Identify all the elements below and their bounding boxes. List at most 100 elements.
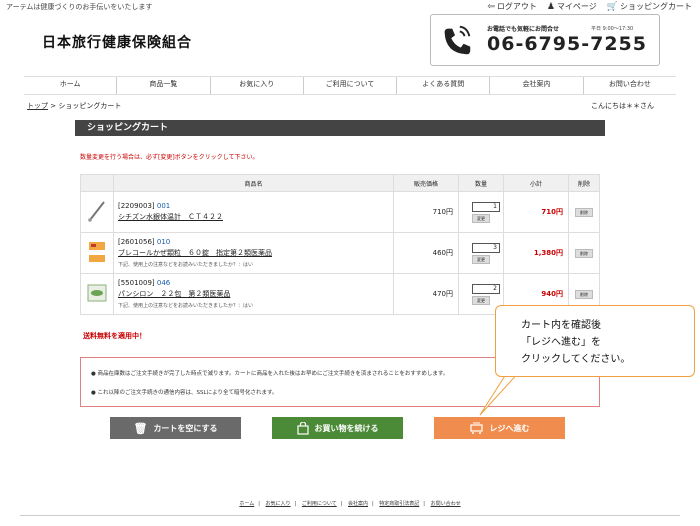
nav-home[interactable]: ホーム bbox=[24, 77, 116, 94]
product-cell: [2209003] 001 シチズン水銀体温計 ＣＴ４２２ bbox=[113, 191, 394, 233]
product-sub-code[interactable]: 001 bbox=[157, 202, 170, 210]
phone-icon bbox=[444, 25, 471, 55]
breadcrumb: トップ > ショッピングカート bbox=[27, 101, 121, 111]
product-price: 460円 bbox=[393, 232, 459, 274]
qty-cell: 3 変更 bbox=[458, 232, 504, 274]
col-delete: 削除 bbox=[568, 174, 600, 192]
change-button[interactable]: 変更 bbox=[472, 254, 490, 264]
footer-favorites[interactable]: お気に入り bbox=[266, 501, 291, 507]
free-shipping-notice: 送料無料を適用中！ bbox=[83, 332, 146, 340]
quantity-input[interactable]: 3 bbox=[472, 242, 500, 253]
col-price: 販売価格 bbox=[393, 174, 459, 192]
cart-link[interactable]: 🛒 ショッピングカート bbox=[607, 1, 692, 12]
product-sub-code[interactable]: 010 bbox=[157, 238, 170, 246]
product-cell: [5501009] 046 パンシロン ２２包 第２類医薬品 下記、使用上の注意… bbox=[113, 273, 394, 315]
top-links: ⇦ ログアウト ♟ マイページ 🛒 ショッピングカート bbox=[487, 1, 692, 12]
product-code: [2209003] bbox=[118, 202, 155, 210]
thermometer-icon bbox=[88, 201, 105, 222]
quantity-input[interactable]: 2 bbox=[472, 283, 500, 294]
subtotal: 1,380円 bbox=[503, 232, 569, 274]
callout-line-3: クリックしてください。 bbox=[521, 354, 631, 365]
nav-faq[interactable]: よくある質問 bbox=[396, 77, 489, 94]
site-logo[interactable]: 日本旅行健康保険組合 bbox=[42, 32, 192, 52]
medicine-box-icon bbox=[89, 242, 105, 262]
product-image[interactable] bbox=[80, 273, 114, 315]
checkout-button[interactable]: レジへ進む bbox=[434, 417, 565, 439]
cart-header: 商品名 販売価格 数量 小計 削除 bbox=[80, 174, 600, 192]
product-code: [2601056] bbox=[118, 238, 155, 246]
nav-contact[interactable]: お問い合わせ bbox=[582, 77, 676, 94]
footer-company[interactable]: 会社案内 bbox=[348, 501, 368, 507]
quantity-notice: 数量変更を行う場合は、必ず[変更]ボタンをクリックして下さい。 bbox=[80, 154, 259, 161]
qty-cell: 1 変更 bbox=[458, 191, 504, 233]
product-name-link[interactable]: ブレコールかぜ顆粒 ６０錠 指定第２類医薬品 bbox=[118, 248, 392, 258]
nav-usage[interactable]: ご利用について bbox=[302, 77, 396, 94]
product-note: 下記、使用上の注意などをお読みいただきましたか？：はい bbox=[118, 303, 254, 309]
product-cell: [2601056] 010 ブレコールかぜ顆粒 ６０錠 指定第２類医薬品 下記、… bbox=[113, 232, 394, 274]
change-button[interactable]: 変更 bbox=[472, 295, 490, 305]
product-price: 470円 bbox=[393, 273, 459, 315]
delete-button[interactable]: 削除 bbox=[575, 289, 593, 299]
contact-box: お電話でも気軽にお問合せ 平日 9:00〜17:30 06-6795-7255 bbox=[430, 14, 660, 66]
callout-line-1: カート内を確認後 bbox=[521, 320, 601, 331]
product-image[interactable] bbox=[80, 232, 114, 274]
delete-button[interactable]: 削除 bbox=[575, 207, 593, 217]
empty-cart-label: カートを空にする bbox=[153, 423, 218, 433]
contact-hours: 平日 9:00〜17:30 bbox=[591, 26, 634, 32]
change-button[interactable]: 変更 bbox=[472, 213, 490, 223]
product-code: [5501009] bbox=[118, 279, 155, 287]
shopping-bag-icon bbox=[296, 421, 309, 435]
nav-products[interactable]: 商品一覧 bbox=[116, 77, 209, 94]
product-name-link[interactable]: シチズン水銀体温計 ＣＴ４２２ bbox=[118, 212, 392, 222]
tagline: アーテムは健康づくりのお手伝いをいたします bbox=[6, 3, 153, 11]
contact-phone: 06-6795-7255 bbox=[487, 33, 647, 55]
mypage-label: マイページ bbox=[556, 2, 597, 11]
logout-label: ログアウト bbox=[496, 2, 537, 11]
info-stock: ● 商品在庫数はご注文手続きが完了した時点で減ります。カートに商品を入れた後はお… bbox=[91, 371, 449, 377]
footer-home[interactable]: ホーム bbox=[239, 501, 254, 507]
contact-label: お電話でも気軽にお問合せ bbox=[487, 26, 560, 33]
footer-contact[interactable]: お問い合わせ bbox=[431, 501, 461, 507]
col-image bbox=[80, 174, 114, 192]
product-sub-code[interactable]: 046 bbox=[157, 279, 170, 287]
footer-usage[interactable]: ご利用について bbox=[302, 501, 337, 507]
product-name-link[interactable]: パンシロン ２２包 第２類医薬品 bbox=[118, 289, 392, 299]
page-title: ショッピングカート bbox=[75, 120, 605, 136]
empty-cart-button[interactable]: 🗑 カートを空にする bbox=[110, 417, 241, 439]
trash-icon: 🗑 bbox=[133, 421, 148, 435]
register-icon bbox=[469, 422, 483, 434]
product-note: 下記、使用上の注意などをお読みいただきましたか？：はい bbox=[118, 262, 254, 268]
delete-button[interactable]: 削除 bbox=[575, 248, 593, 258]
breadcrumb-top[interactable]: トップ bbox=[27, 102, 48, 110]
cart-table: 商品名 販売価格 数量 小計 削除 [2209003] 001 シチズン水銀体温… bbox=[80, 174, 600, 315]
table-row: [2209003] 001 シチズン水銀体温計 ＣＴ４２２ 710円 1 変更 7… bbox=[80, 191, 600, 233]
product-price: 710円 bbox=[393, 191, 459, 233]
cart-icon: 🛒 bbox=[606, 2, 618, 12]
user-icon: ♟ bbox=[546, 2, 555, 12]
continue-shopping-label: お買い物を続ける bbox=[314, 423, 379, 433]
nav-company[interactable]: 会社案内 bbox=[489, 77, 582, 94]
greeting: こんにちは＊＊さん bbox=[591, 102, 654, 110]
cart-label: ショッピングカート bbox=[620, 2, 692, 11]
callout-line-2: 「レジへ進む」を bbox=[521, 337, 601, 348]
logout-link[interactable]: ⇦ ログアウト bbox=[487, 1, 537, 12]
breadcrumb-current: ショッピングカート bbox=[58, 102, 122, 110]
col-product-name: 商品名 bbox=[113, 174, 394, 192]
medicine-box-icon bbox=[87, 284, 107, 302]
main-nav: ホーム 商品一覧 お気に入り ご利用について よくある質問 会社案内 お問い合わ… bbox=[24, 76, 676, 95]
product-image[interactable] bbox=[80, 191, 114, 233]
delete-cell: 削除 bbox=[568, 232, 600, 274]
col-subtotal: 小計 bbox=[503, 174, 569, 192]
mypage-link[interactable]: ♟ マイページ bbox=[547, 1, 597, 12]
breadcrumb-separator: > bbox=[48, 102, 59, 110]
quantity-input[interactable]: 1 bbox=[472, 201, 500, 212]
subtotal: 710円 bbox=[503, 191, 569, 233]
continue-shopping-button[interactable]: お買い物を続ける bbox=[272, 417, 403, 439]
footer-links: ホーム | お気に入り | ご利用について | 会社案内 | 特定商取引法表記 | お問い… bbox=[239, 501, 461, 507]
footer-divider bbox=[20, 515, 680, 516]
callout-box: カート内を確認後 「レジへ進む」を クリックしてください。 bbox=[495, 305, 695, 377]
footer-legal[interactable]: 特定商取引法表記 bbox=[379, 501, 419, 507]
nav-favorites[interactable]: お気に入り bbox=[209, 77, 303, 94]
checkout-label: レジへ進む bbox=[489, 423, 530, 433]
logout-icon: ⇦ bbox=[487, 2, 495, 12]
